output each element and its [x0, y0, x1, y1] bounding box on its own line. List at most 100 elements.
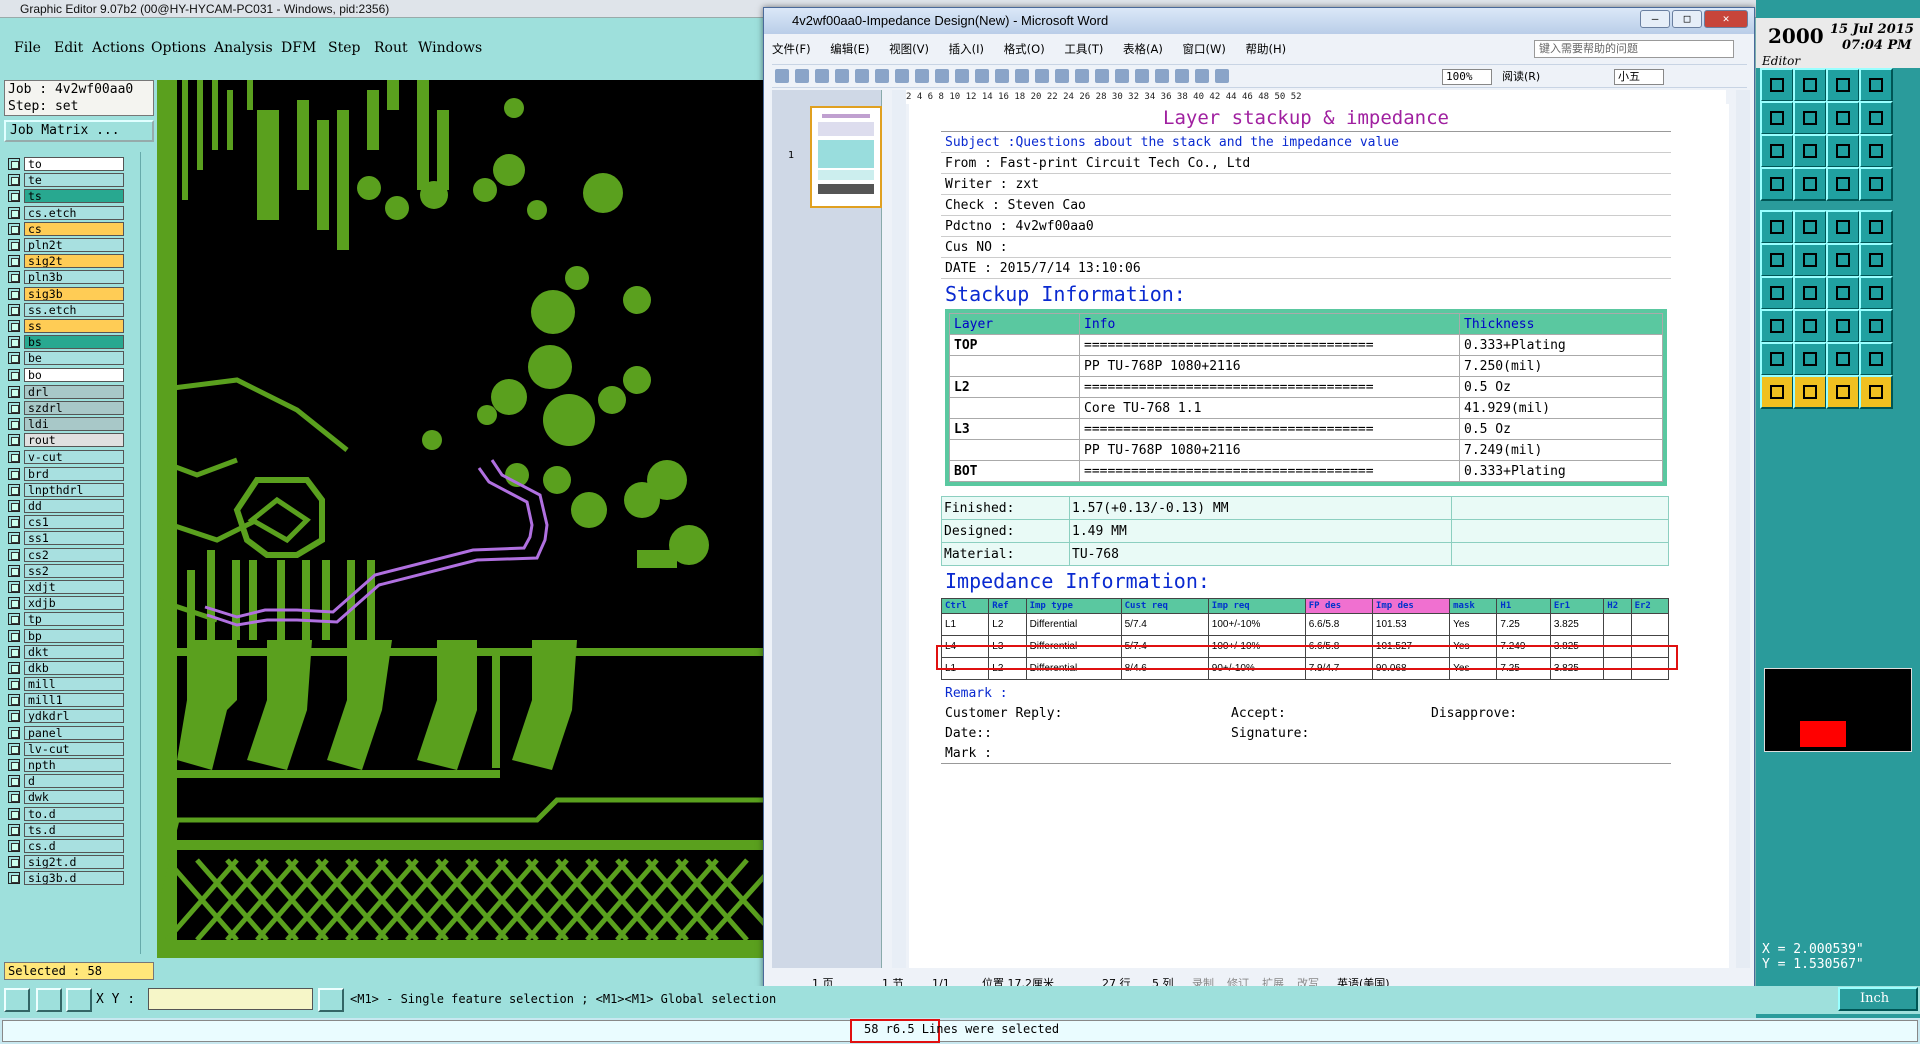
home-icon[interactable]	[1826, 68, 1860, 102]
open-icon[interactable]	[795, 69, 809, 83]
layer-name[interactable]: npth	[24, 758, 124, 773]
split-icon[interactable]	[1826, 101, 1860, 135]
layer-row[interactable]: sig3b.d	[4, 870, 124, 886]
layer-name[interactable]: szdrl	[24, 400, 124, 415]
layer-name[interactable]: lnpthdrl	[24, 482, 124, 497]
layer-row[interactable]: tp	[4, 611, 124, 627]
layer-row[interactable]: pln2t	[4, 237, 124, 253]
word-menu-file[interactable]: 文件(F)	[772, 42, 811, 56]
info-icon[interactable]	[318, 988, 344, 1012]
layer-row[interactable]: sig2t.d	[4, 854, 124, 870]
layer-name[interactable]: rout	[24, 433, 124, 448]
grid-icon[interactable]	[66, 988, 92, 1012]
layer-checkbox[interactable]	[8, 580, 20, 593]
layer-name[interactable]: brd	[24, 466, 124, 481]
layer-name[interactable]: d	[24, 774, 124, 789]
layer-list-scrollbar[interactable]	[140, 152, 154, 954]
word-menu-edit[interactable]: 编辑(E)	[830, 42, 869, 56]
layer-name[interactable]: sig3b.d	[24, 871, 124, 886]
read-button[interactable]: 阅读(R)	[1502, 69, 1540, 85]
fill-icon[interactable]	[1760, 210, 1794, 244]
pointer-icon[interactable]	[1760, 375, 1794, 409]
select-icon[interactable]	[1793, 375, 1827, 409]
layer-checkbox[interactable]	[8, 759, 20, 772]
layer-row[interactable]: to	[4, 156, 124, 172]
layer-checkbox[interactable]	[8, 742, 20, 755]
layer-row[interactable]: lv-cut	[4, 741, 124, 757]
peak-icon[interactable]	[1793, 342, 1827, 376]
layer-checkbox[interactable]	[8, 500, 20, 513]
hyperlink-icon[interactable]	[1075, 69, 1089, 83]
loop-icon[interactable]	[1826, 276, 1860, 310]
board-canvas[interactable]	[157, 80, 770, 958]
layer-name[interactable]: ss1	[24, 531, 124, 546]
merge-icon[interactable]	[1859, 309, 1893, 343]
layer-row[interactable]: ss1	[4, 530, 124, 546]
layer-checkbox[interactable]	[8, 352, 20, 365]
layer-name[interactable]: ts.d	[24, 822, 124, 837]
layer-row[interactable]: mill	[4, 676, 124, 692]
research-icon[interactable]	[935, 69, 949, 83]
layer-checkbox[interactable]	[8, 823, 20, 836]
layer-name[interactable]: tp	[24, 612, 124, 627]
layer-row[interactable]: sig2t	[4, 253, 124, 269]
preview-icon[interactable]	[895, 69, 909, 83]
layer-checkbox[interactable]	[8, 158, 20, 171]
layer-checkbox[interactable]	[8, 661, 20, 674]
layer-name[interactable]: pln3b	[24, 270, 124, 285]
layer-name[interactable]: ldi	[24, 417, 124, 432]
layer-row[interactable]: ts.d	[4, 822, 124, 838]
layer-row[interactable]: ldi	[4, 416, 124, 432]
layer-row[interactable]: to.d	[4, 806, 124, 822]
layer-row[interactable]: cs.d	[4, 838, 124, 854]
layer-row[interactable]: pln3b	[4, 269, 124, 285]
layer-checkbox[interactable]	[8, 726, 20, 739]
word-menu-window[interactable]: 窗口(W)	[1183, 42, 1226, 56]
layer-row[interactable]: xdjt	[4, 579, 124, 595]
word-menu-table[interactable]: 表格(A)	[1123, 42, 1163, 56]
layer-row[interactable]: be	[4, 350, 124, 366]
cap-icon[interactable]	[1859, 342, 1893, 376]
layer-name[interactable]: drl	[24, 384, 124, 399]
layer-checkbox[interactable]	[8, 710, 20, 723]
layer-checkbox[interactable]	[8, 336, 20, 349]
layer-row[interactable]: cs2	[4, 547, 124, 563]
layer-name[interactable]: to.d	[24, 806, 124, 821]
multi-select-icon[interactable]	[1859, 375, 1893, 409]
undo-icon[interactable]	[1035, 69, 1049, 83]
insert-excel-icon[interactable]	[1135, 69, 1149, 83]
layer-row[interactable]: lnpthdrl	[4, 482, 124, 498]
font-size-select[interactable]: 小五	[1614, 69, 1664, 85]
layer-row[interactable]: dkt	[4, 644, 124, 660]
layer-row[interactable]: ss	[4, 318, 124, 334]
spelling-icon[interactable]	[915, 69, 929, 83]
flip-icon[interactable]	[1859, 276, 1893, 310]
layer-name[interactable]: panel	[24, 725, 124, 740]
drawing-icon[interactable]	[1175, 69, 1189, 83]
word-menu-insert[interactable]: 插入(I)	[949, 42, 984, 56]
line-icon[interactable]	[1826, 210, 1860, 244]
node-icon[interactable]	[1826, 243, 1860, 277]
layer-row[interactable]: ss.etch	[4, 302, 124, 318]
menu-edit[interactable]: Edit	[54, 40, 83, 56]
layer-checkbox[interactable]	[8, 239, 20, 252]
layer-row[interactable]: ydkdrl	[4, 708, 124, 724]
route-icon[interactable]	[1859, 243, 1893, 277]
word-menu-view[interactable]: 视图(V)	[889, 42, 929, 56]
minimize-button[interactable]: —	[1640, 10, 1670, 28]
layer-name[interactable]: be	[24, 351, 124, 366]
layer-checkbox[interactable]	[8, 401, 20, 414]
layer-name[interactable]: mill1	[24, 693, 124, 708]
layer-checkbox[interactable]	[8, 516, 20, 529]
menu-actions[interactable]: Actions	[92, 40, 145, 56]
dim-icon[interactable]	[1760, 309, 1794, 343]
cross-icon[interactable]	[1793, 243, 1827, 277]
layer-name[interactable]: ts	[24, 189, 124, 204]
layer-name[interactable]: xdjb	[24, 596, 124, 611]
measure-icon[interactable]	[36, 988, 62, 1012]
layer-name[interactable]: dwk	[24, 790, 124, 805]
layer-name[interactable]: cs2	[24, 547, 124, 562]
close-button[interactable]: ✕	[1704, 10, 1748, 28]
layer-checkbox[interactable]	[8, 434, 20, 447]
layer-name[interactable]: cs.d	[24, 838, 124, 853]
